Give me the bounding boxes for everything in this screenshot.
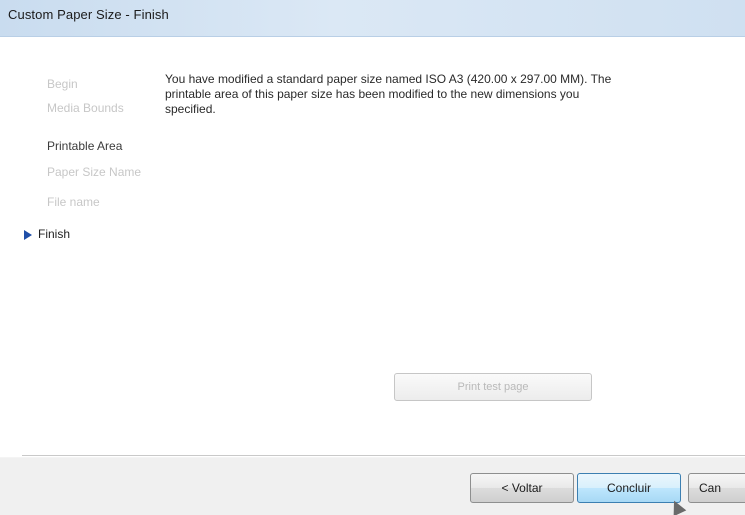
finish-message: You have modified a standard paper size … [165, 72, 612, 116]
footer-separator [22, 455, 745, 457]
step-finish: Finish [38, 227, 71, 241]
step-printable-area: Printable Area [47, 139, 123, 153]
custom-paper-size-dialog: Custom Paper Size - Finish Begin Media B… [0, 0, 745, 515]
print-test-page-button[interactable]: Print test page [394, 373, 592, 401]
finish-button[interactable]: Concluir [577, 473, 681, 503]
step-paper-size-name: Paper Size Name [47, 165, 142, 179]
title-bar[interactable]: Custom Paper Size - Finish [0, 0, 745, 37]
wizard-content: Begin Media Bounds Printable Area Paper … [0, 37, 745, 457]
window-title: Custom Paper Size - Finish [8, 7, 169, 22]
wizard-footer: < Voltar Concluir Can [0, 458, 745, 515]
current-step-arrow-icon [24, 230, 32, 240]
back-button[interactable]: < Voltar [470, 473, 574, 503]
step-media-bounds: Media Bounds [47, 101, 124, 115]
step-file-name: File name [47, 195, 100, 209]
step-begin: Begin [47, 77, 78, 91]
cancel-button[interactable]: Can [688, 473, 745, 503]
